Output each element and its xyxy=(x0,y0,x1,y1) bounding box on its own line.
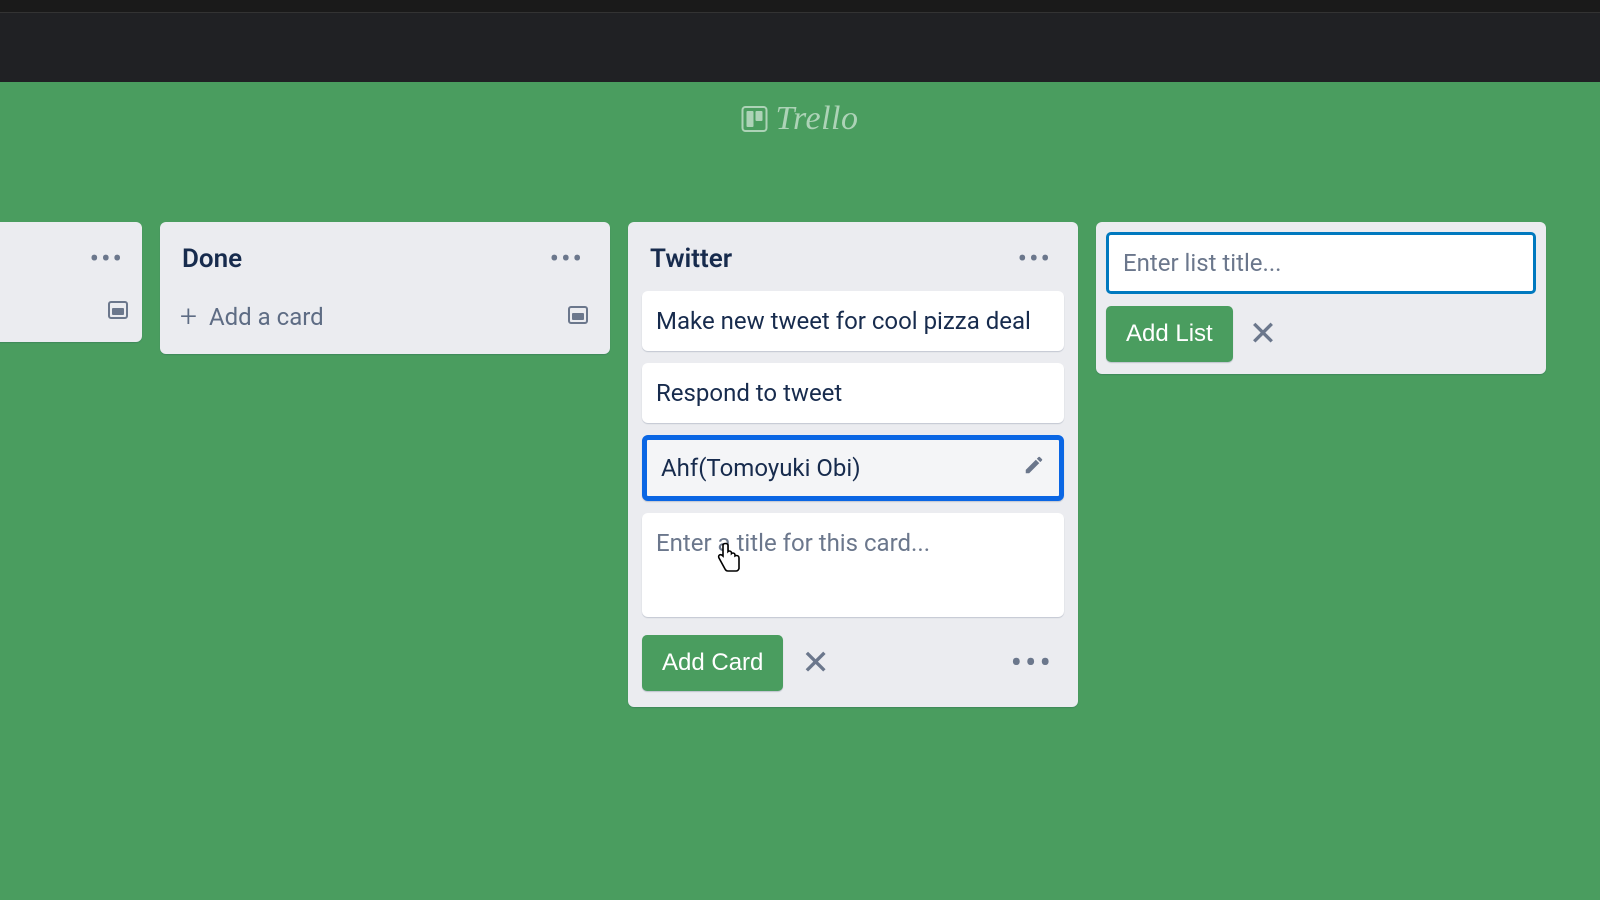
card-title: Respond to tweet xyxy=(656,379,842,407)
list-column-partial[interactable]: ••• xyxy=(0,222,142,342)
add-card-row: + Add a card xyxy=(174,291,596,338)
list-header: Done ••• xyxy=(174,238,596,291)
add-list-button[interactable]: Add List xyxy=(1106,306,1233,362)
add-card-link[interactable]: + Add a card xyxy=(180,299,324,334)
card-highlighted[interactable]: Ahf(Tomoyuki Obi) xyxy=(642,435,1064,501)
list-column-twitter[interactable]: Twitter ••• Make new tweet for cool pizz… xyxy=(628,222,1078,707)
list-column-done[interactable]: Done ••• + Add a card xyxy=(160,222,610,354)
list-header: Twitter ••• xyxy=(642,238,1064,291)
composer-actions: Add Card ✕ ••• xyxy=(642,635,1064,691)
close-icon[interactable]: ✕ xyxy=(801,643,830,683)
add-list-composer: Add List ✕ xyxy=(1096,222,1546,374)
card-template-icon[interactable] xyxy=(106,298,130,326)
brand-name: Trello xyxy=(776,100,859,138)
card-title: Make new tweet for cool pizza deal xyxy=(656,307,1031,335)
add-list-input[interactable] xyxy=(1106,232,1536,294)
card[interactable]: Make new tweet for cool pizza deal xyxy=(642,291,1064,351)
lists-row: ••• Done ••• + Add a card xyxy=(0,82,1600,707)
pencil-icon[interactable] xyxy=(1023,454,1045,482)
list-menu-icon[interactable]: ••• xyxy=(544,238,590,279)
card[interactable]: Respond to tweet xyxy=(642,363,1064,423)
card-composer-input[interactable] xyxy=(642,513,1064,617)
add-card-button[interactable]: Add Card xyxy=(642,635,783,691)
list-menu-icon[interactable]: ••• xyxy=(84,238,130,276)
add-card-label: Add a card xyxy=(209,303,324,331)
list-title[interactable]: Twitter xyxy=(650,244,732,274)
card-title: Ahf(Tomoyuki Obi) xyxy=(661,454,861,482)
kanban-board: Trello ••• Done ••• + Add a card xyxy=(0,82,1600,900)
trello-logo[interactable]: Trello xyxy=(742,100,859,138)
list-title[interactable]: Done xyxy=(182,244,242,274)
browser-tab-strip xyxy=(0,0,1600,12)
close-icon[interactable]: ✕ xyxy=(1249,314,1278,354)
add-list-actions: Add List ✕ xyxy=(1106,306,1536,362)
composer-menu-icon[interactable]: ••• xyxy=(1011,643,1054,683)
browser-toolbar xyxy=(0,12,1600,82)
card-composer: Add Card ✕ ••• xyxy=(642,513,1064,691)
card-template-icon[interactable] xyxy=(566,303,590,331)
trello-icon xyxy=(742,106,768,132)
list-menu-icon[interactable]: ••• xyxy=(1012,238,1058,279)
plus-icon: + xyxy=(180,299,197,334)
